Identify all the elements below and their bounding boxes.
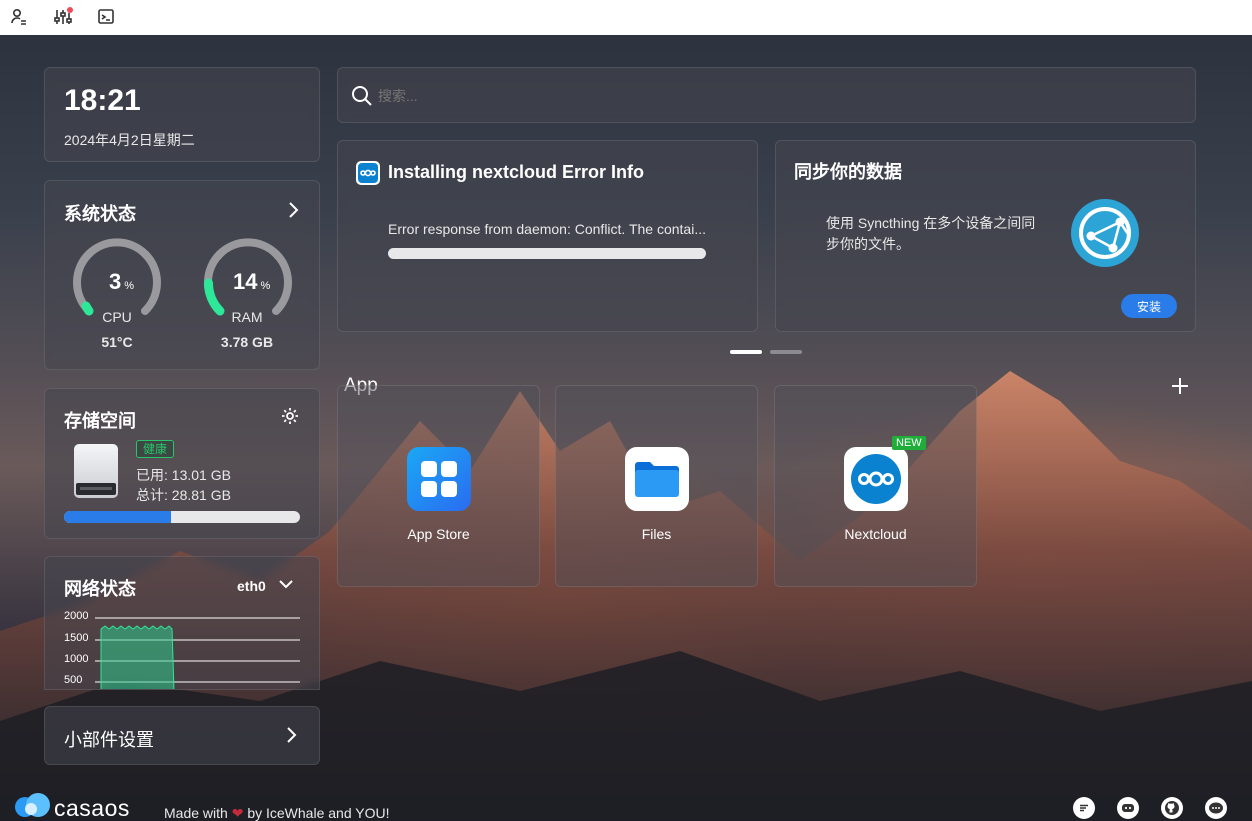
clock-time: 18:21 bbox=[64, 84, 141, 117]
ram-used: 3.78 GB bbox=[220, 334, 274, 350]
cpu-label: CPU bbox=[102, 309, 132, 325]
terminal-icon[interactable] bbox=[93, 4, 119, 30]
search-bar[interactable] bbox=[337, 67, 1196, 123]
install-status-card: Installing nextcloud Error Info Error re… bbox=[337, 140, 758, 332]
search-input[interactable] bbox=[378, 83, 1178, 109]
install-syncthing-button[interactable]: 安装 bbox=[1121, 294, 1177, 318]
storage-usage-fill bbox=[64, 511, 171, 523]
carousel-dot[interactable] bbox=[770, 350, 802, 354]
storage-widget: 存储空间 健康 已用: 13.01 GB 总计: 28.81 GB bbox=[44, 388, 320, 539]
syncthing-icon bbox=[1070, 198, 1140, 273]
traffic-area bbox=[100, 625, 175, 689]
github-icon[interactable] bbox=[1161, 797, 1183, 819]
ram-value: 14% bbox=[233, 269, 271, 294]
nextcloud-icon bbox=[356, 161, 380, 185]
widget-settings-label: 小部件设置 bbox=[64, 730, 154, 750]
storage-total: 总计: 28.81 GB bbox=[136, 487, 231, 503]
widget-settings-button[interactable]: 小部件设置 bbox=[44, 706, 320, 765]
cpu-value: 3% bbox=[109, 269, 135, 294]
app-tile-app-store[interactable]: App Store bbox=[337, 385, 540, 587]
message-icon[interactable] bbox=[1073, 797, 1095, 819]
install-error-message: Error response from daemon: Conflict. Th… bbox=[388, 221, 706, 237]
sync-card-title: 同步你的数据 bbox=[794, 162, 902, 182]
chat-bubble-icon[interactable] bbox=[1205, 797, 1227, 819]
carousel-dot-active[interactable] bbox=[730, 350, 762, 354]
heart-icon: ❤ bbox=[231, 805, 244, 821]
add-app-icon[interactable] bbox=[1170, 376, 1190, 401]
casaos-brand: casaos bbox=[54, 795, 130, 821]
discord-icon[interactable] bbox=[1117, 797, 1139, 819]
app-tile-files[interactable]: Files bbox=[555, 385, 758, 587]
top-toolbar bbox=[0, 0, 1252, 35]
app-tile-nextcloud[interactable]: NEW Nextcloud bbox=[774, 385, 977, 587]
network-widget: 网络状态 eth0 2000 1500 1000 500 bbox=[44, 556, 320, 690]
network-traffic-chart bbox=[95, 617, 300, 689]
app-name: App Store bbox=[407, 526, 470, 542]
install-progress-bar bbox=[388, 248, 706, 259]
chevron-right-icon[interactable] bbox=[284, 200, 302, 225]
sync-card-desc-1: 使用 Syncthing 在多个设备之间同 bbox=[826, 215, 1036, 231]
sync-card-desc-2: 步你的文件。 bbox=[826, 236, 910, 252]
files-folder-icon bbox=[625, 447, 689, 511]
search-icon bbox=[351, 85, 373, 112]
install-progress-fill bbox=[388, 248, 706, 259]
nextcloud-icon bbox=[844, 447, 908, 511]
app-store-icon bbox=[407, 447, 471, 511]
new-badge: NEW bbox=[892, 436, 926, 450]
app-name: Nextcloud bbox=[844, 526, 907, 542]
app-name: Files bbox=[641, 526, 672, 542]
storage-title: 存储空间 bbox=[64, 411, 136, 431]
chevron-right-icon bbox=[282, 725, 300, 750]
sliders-icon[interactable] bbox=[50, 4, 76, 30]
ram-label: RAM bbox=[231, 309, 263, 325]
health-badge: 健康 bbox=[136, 440, 175, 458]
user-settings-icon[interactable] bbox=[6, 4, 32, 30]
cpu-temperature: 51°C bbox=[101, 334, 133, 350]
system-status-title: 系统状态 bbox=[64, 204, 136, 224]
storage-usage-bar bbox=[64, 511, 300, 523]
clock-date: 2024年4月2日星期二 bbox=[64, 132, 195, 148]
gear-icon[interactable] bbox=[280, 406, 300, 431]
clock-widget: 18:21 2024年4月2日星期二 bbox=[44, 67, 320, 162]
notification-dot bbox=[67, 7, 73, 13]
system-status-widget: 系统状态 3% CPU 51°C 14% RAM 3.78 GB bbox=[44, 180, 320, 370]
disk-drive-icon bbox=[72, 443, 120, 499]
footer-credit: Made with ❤ by IceWhale and YOU! bbox=[164, 805, 390, 821]
install-card-title: Installing nextcloud Error Info bbox=[388, 162, 645, 182]
storage-used: 已用: 13.01 GB bbox=[136, 467, 231, 483]
syncthing-promo-card: 同步你的数据 使用 Syncthing 在多个设备之间同 步你的文件。 安装 bbox=[775, 140, 1196, 332]
casaos-logo-icon bbox=[12, 792, 52, 818]
